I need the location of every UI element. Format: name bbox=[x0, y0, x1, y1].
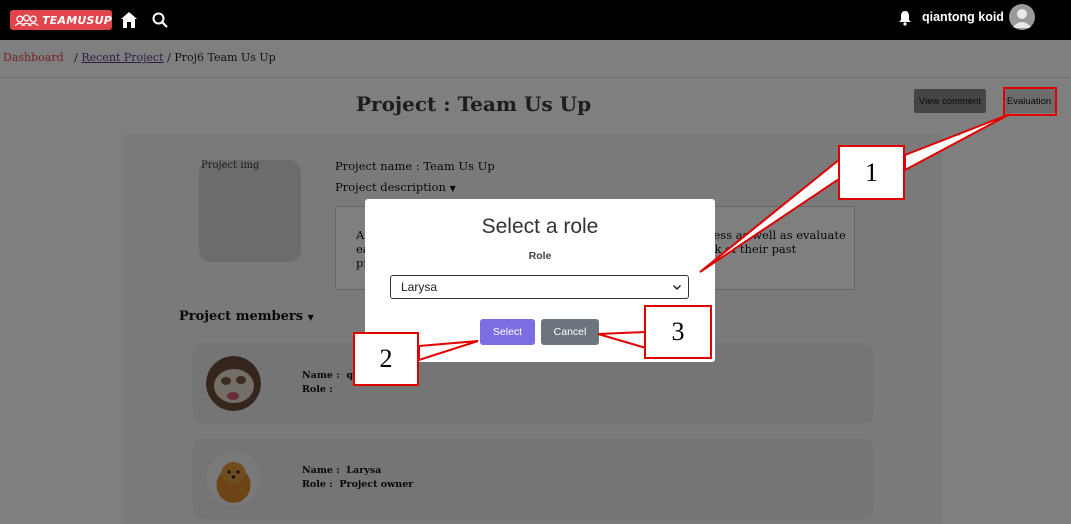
callout-3: 3 bbox=[644, 305, 712, 359]
callout-2: 2 bbox=[353, 332, 419, 386]
bell-icon[interactable] bbox=[898, 10, 912, 26]
home-icon[interactable] bbox=[120, 11, 138, 29]
username[interactable]: qiantong koid bbox=[922, 10, 1004, 24]
chevron-down-icon bbox=[672, 284, 682, 291]
dialog-title: Select a role bbox=[481, 215, 599, 238]
role-select[interactable]: Larysa bbox=[390, 275, 689, 299]
search-icon[interactable] bbox=[152, 12, 168, 28]
top-navbar: TEAMUSUP qiantong koid bbox=[0, 0, 1071, 40]
callout-1: 1 bbox=[838, 145, 905, 200]
teamusup-logo[interactable]: TEAMUSUP bbox=[10, 10, 112, 30]
select-button[interactable]: Select bbox=[480, 319, 535, 345]
user-avatar-icon[interactable] bbox=[1009, 4, 1035, 30]
role-label: Role bbox=[528, 250, 552, 262]
cancel-button[interactable]: Cancel bbox=[541, 319, 599, 345]
logo-text: TEAMUSUP bbox=[42, 13, 112, 27]
evaluation-highlight bbox=[1003, 87, 1057, 116]
role-select-value: Larysa bbox=[401, 280, 438, 294]
logo-icon bbox=[14, 14, 39, 27]
